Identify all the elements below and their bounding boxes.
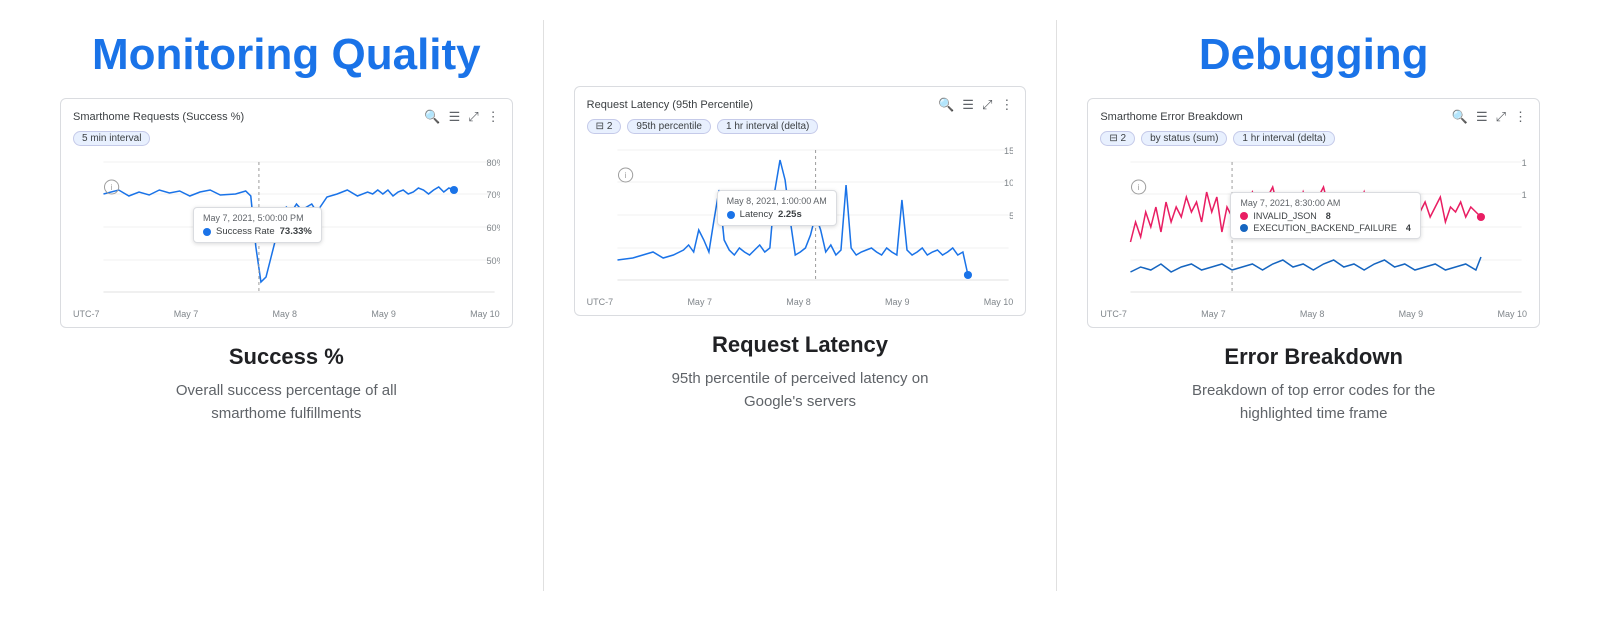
chart-title-latency: Request Latency (95th Percentile) [587,99,753,111]
x-label-utc-lat: UTC-7 [587,297,614,307]
section-latency: Request Latency (95th Percentile) 🔍 ☰ ⤢ … [554,20,1047,591]
filter-5min[interactable]: 5 min interval [73,131,150,146]
section-title-debugging: Debugging [1199,30,1429,80]
svg-text:i: i [111,183,113,192]
x-label-may9-lat: May 9 [885,297,910,307]
chart-title-error: Smarthome Error Breakdown [1100,111,1242,123]
filter-row-error: ⊟ 2 by status (sum) 1 hr interval (delta… [1100,131,1527,146]
x-label-may7-err: May 7 [1201,309,1226,319]
metric-desc-success: Overall success percentage of all smarth… [136,380,436,425]
chart-area-error: 15 10 5 0 i M [1100,152,1527,307]
chart-footer-error: UTC-7 May 7 May 8 May 9 May 10 [1100,309,1527,319]
x-label-may10: May 10 [470,309,500,319]
x-label-may7: May 7 [174,309,199,319]
svg-text:5s: 5s [1009,211,1014,221]
chart-area-success: 80% 70% 60% 50% i May 7, 2021, 5:00 [73,152,500,307]
expand-icon[interactable]: ⤢ [468,109,478,125]
legend-icon-latency[interactable]: ☰ [962,97,974,113]
page: Monitoring Quality Smarthome Requests (S… [0,0,1600,621]
chart-header-latency: Request Latency (95th Percentile) 🔍 ☰ ⤢ … [587,97,1014,113]
search-icon-error[interactable]: 🔍 [1452,109,1468,125]
divider-2 [1056,20,1057,591]
x-label-may10-err: May 10 [1497,309,1527,319]
legend-icon-error[interactable]: ☰ [1476,109,1488,125]
more-icon[interactable]: ⋮ [487,109,500,125]
chart-toolbar-success: 🔍 ☰ ⤢ ⋮ [424,109,499,125]
section-title-monitoring: Monitoring Quality [92,30,481,80]
chart-error: Smarthome Error Breakdown 🔍 ☰ ⤢ ⋮ ⊟ 2 by… [1087,98,1540,328]
svg-text:10s: 10s [1004,178,1014,188]
section-debugging: Debugging Smarthome Error Breakdown 🔍 ☰ … [1067,20,1560,591]
x-label-may9: May 9 [371,309,396,319]
chart-footer-latency: UTC-7 May 7 May 8 May 9 May 10 [587,297,1014,307]
chart-footer-success: UTC-7 May 7 May 8 May 9 May 10 [73,309,500,319]
expand-icon-latency[interactable]: ⤢ [982,97,992,113]
metric-title-success: Success % [229,344,344,370]
svg-text:15s: 15s [1004,146,1014,156]
x-label-may9-err: May 9 [1399,309,1424,319]
metric-title-latency: Request Latency [712,332,888,358]
search-icon-latency[interactable]: 🔍 [938,97,954,113]
svg-text:15: 15 [1522,158,1527,168]
divider-1 [543,20,544,591]
svg-text:60%: 60% [486,223,499,233]
filter-status[interactable]: by status (sum) [1141,131,1227,146]
filter-row-success: 5 min interval [73,131,500,146]
x-label-may8-lat: May 8 [786,297,811,307]
svg-text:10: 10 [1522,190,1527,200]
chart-latency: Request Latency (95th Percentile) 🔍 ☰ ⤢ … [574,86,1027,316]
chart-svg-success: 80% 70% 60% 50% i [73,152,500,307]
svg-text:50%: 50% [486,256,499,266]
x-label-utc: UTC-7 [73,309,100,319]
x-label-utc-err: UTC-7 [1100,309,1127,319]
chart-success-rate: Smarthome Requests (Success %) 🔍 ☰ ⤢ ⋮ 5… [60,98,513,328]
legend-icon[interactable]: ☰ [449,109,461,125]
search-icon[interactable]: 🔍 [424,109,440,125]
chart-area-latency: 15s 10s 5s 0 i May 8, 2021, 1:00:00 [587,140,1014,295]
x-label-may10-lat: May 10 [984,297,1014,307]
expand-icon-error[interactable]: ⤢ [1496,109,1506,125]
filter-count-latency[interactable]: ⊟ 2 [587,119,622,134]
svg-text:70%: 70% [486,190,499,200]
section-monitoring: Monitoring Quality Smarthome Requests (S… [40,20,533,591]
more-icon-error[interactable]: ⋮ [1514,109,1527,125]
chart-header-success: Smarthome Requests (Success %) 🔍 ☰ ⤢ ⋮ [73,109,500,125]
chart-toolbar-latency: 🔍 ☰ ⤢ ⋮ [938,97,1013,113]
chart-header-error: Smarthome Error Breakdown 🔍 ☰ ⤢ ⋮ [1100,109,1527,125]
x-label-may8: May 8 [273,309,298,319]
svg-text:i: i [1138,183,1140,192]
filter-interval-error[interactable]: 1 hr interval (delta) [1233,131,1334,146]
x-label-may8-err: May 8 [1300,309,1325,319]
metric-desc-latency: 95th percentile of perceived latency on … [650,368,950,413]
metric-title-error: Error Breakdown [1224,344,1403,370]
chart-svg-latency: 15s 10s 5s 0 i [587,140,1014,295]
filter-count-error[interactable]: ⊟ 2 [1100,131,1135,146]
metric-desc-error: Breakdown of top error codes for the hig… [1164,380,1464,425]
svg-text:80%: 80% [486,158,499,168]
filter-interval-latency[interactable]: 1 hr interval (delta) [717,119,818,134]
chart-toolbar-error: 🔍 ☰ ⤢ ⋮ [1452,109,1527,125]
chart-svg-error: 15 10 5 0 i [1100,152,1527,307]
x-label-may7-lat: May 7 [687,297,712,307]
svg-text:i: i [624,171,626,180]
filter-row-latency: ⊟ 2 95th percentile 1 hr interval (delta… [587,119,1014,134]
more-icon-latency[interactable]: ⋮ [1000,97,1013,113]
filter-percentile[interactable]: 95th percentile [627,119,711,134]
chart-title-success: Smarthome Requests (Success %) [73,111,244,123]
